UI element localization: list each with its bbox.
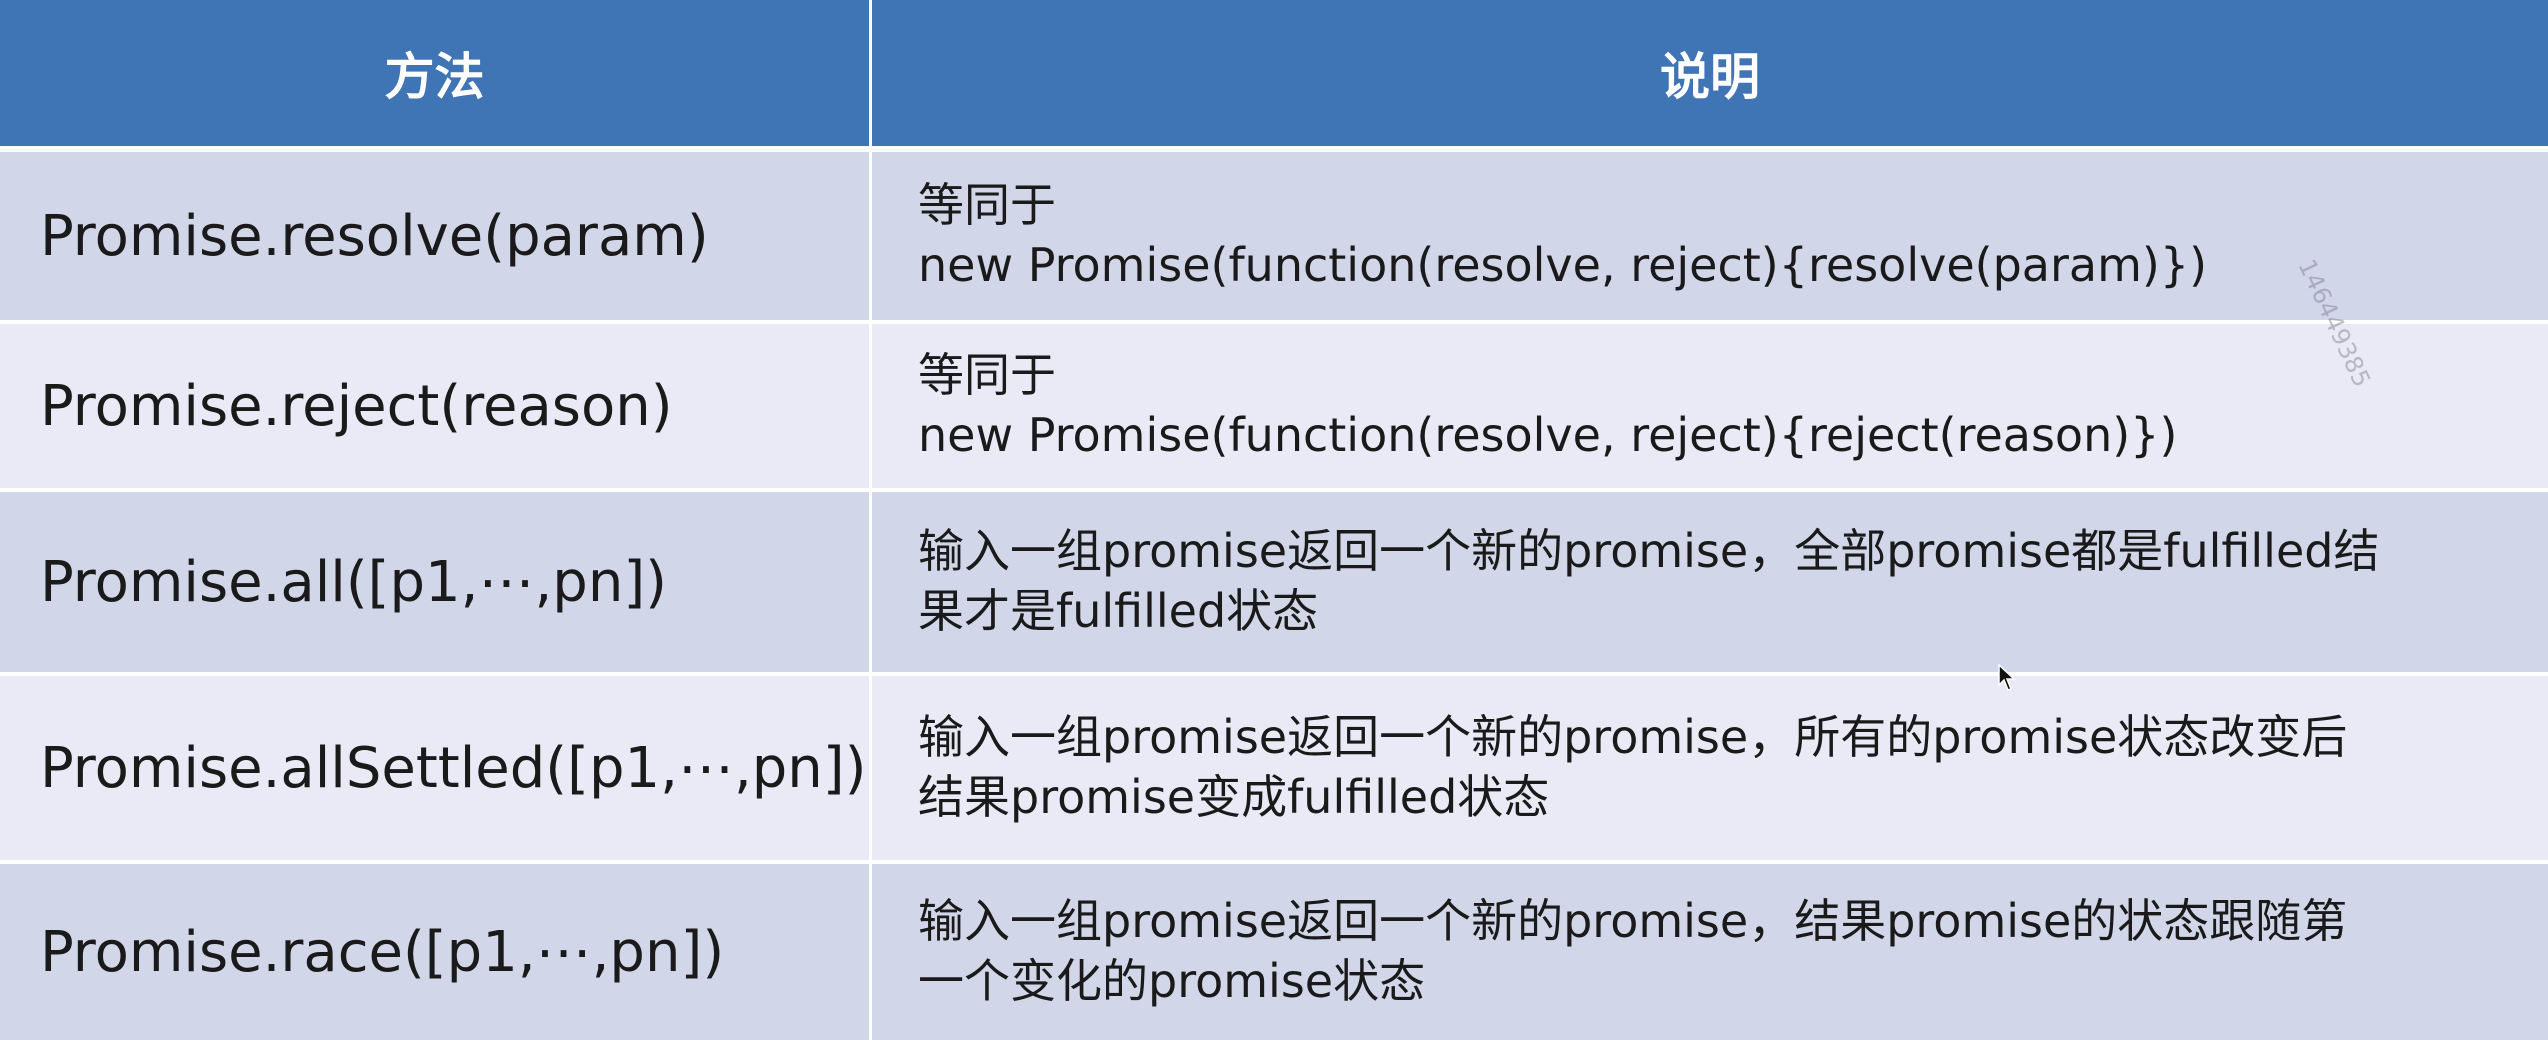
- description-cell: 输入一组promise返回一个新的promise，所有的promise状态改变后…: [872, 672, 2548, 860]
- method-cell: Promise.allSettled([p1,⋯,pn]): [0, 672, 872, 860]
- description-line: 果才是fulfilled状态: [918, 584, 1319, 638]
- header-description: 说明: [872, 0, 2548, 152]
- description-cell: 等同于 new Promise(function(resolve, reject…: [872, 152, 2548, 320]
- description-cell: 输入一组promise返回一个新的promise，结果promise的状态跟随第…: [872, 860, 2548, 1040]
- description-line: new Promise(function(resolve, reject){re…: [918, 408, 2178, 462]
- header-method: 方法: [0, 0, 872, 152]
- promise-methods-table: 方法 说明 Promise.resolve(param) 等同于 new Pro…: [0, 0, 2548, 1040]
- description-line: 结果promise变成fulfilled状态: [918, 770, 1550, 824]
- description-line: 等同于: [918, 348, 1056, 403]
- method-cell: Promise.reject(reason): [0, 320, 872, 488]
- description-line: new Promise(function(resolve, reject){re…: [918, 238, 2208, 292]
- description-line: 一个变化的promise状态: [918, 954, 1426, 1008]
- method-cell: Promise.race([p1,⋯,pn]): [0, 860, 872, 1040]
- description-line: 输入一组promise返回一个新的promise，全部promise都是fulf…: [918, 524, 2380, 579]
- description-line: 等同于: [918, 178, 1056, 233]
- description-line: 输入一组promise返回一个新的promise，所有的promise状态改变后: [918, 710, 2348, 765]
- description-cell: 等同于 new Promise(function(resolve, reject…: [872, 320, 2548, 488]
- method-cell: Promise.resolve(param): [0, 152, 872, 320]
- method-cell: Promise.all([p1,⋯,pn]): [0, 488, 872, 672]
- description-cell: 输入一组promise返回一个新的promise，全部promise都是fulf…: [872, 488, 2548, 672]
- description-line: 输入一组promise返回一个新的promise，结果promise的状态跟随第: [918, 894, 2348, 949]
